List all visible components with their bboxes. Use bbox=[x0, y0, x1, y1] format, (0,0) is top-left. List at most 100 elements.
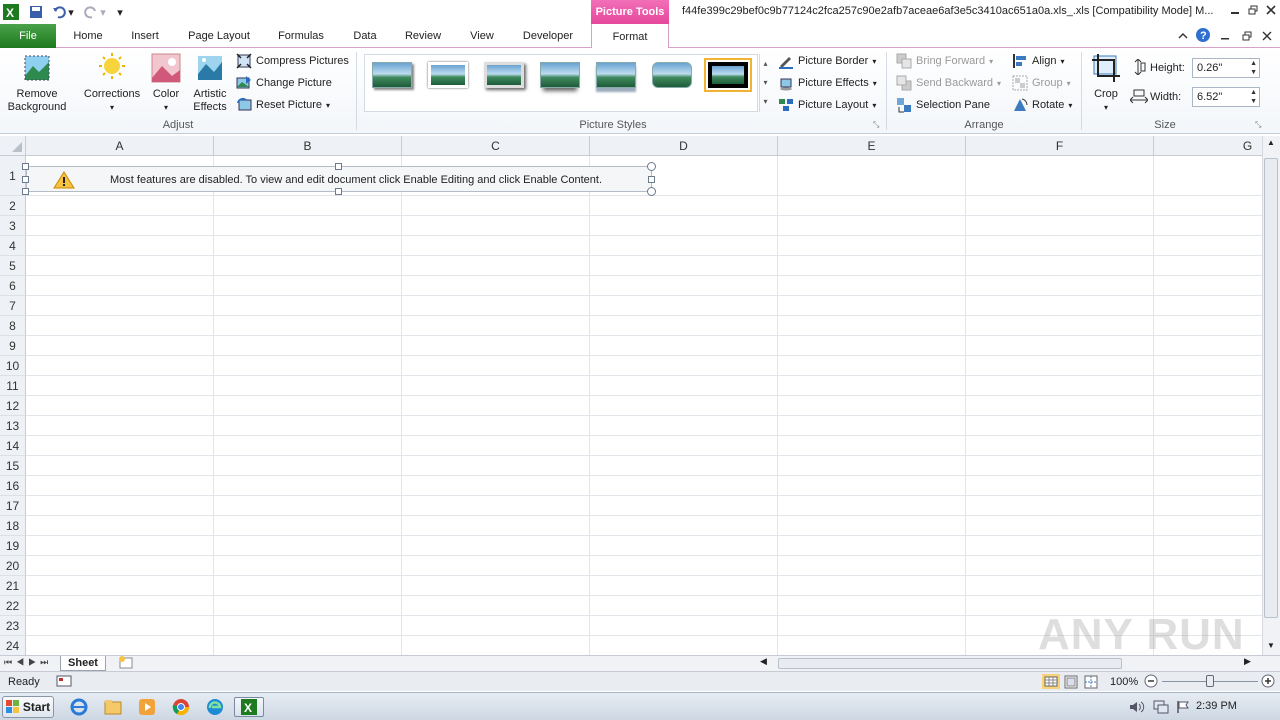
taskbar-clock[interactable]: 2:39 PM bbox=[1196, 700, 1237, 712]
minimize-ribbon-icon[interactable] bbox=[1174, 28, 1192, 44]
picture-style-3[interactable] bbox=[480, 58, 528, 92]
macro-record-icon[interactable] bbox=[56, 674, 72, 691]
action-center-flag-icon[interactable] bbox=[1172, 697, 1194, 717]
tab-page-layout[interactable]: Page Layout bbox=[180, 24, 258, 48]
change-picture-button[interactable]: Change Picture bbox=[236, 74, 332, 92]
tab-view[interactable]: View bbox=[460, 24, 504, 48]
tab-insert[interactable]: Insert bbox=[120, 24, 170, 48]
picture-style-4[interactable] bbox=[536, 58, 584, 92]
internet-explorer-icon[interactable] bbox=[68, 697, 90, 717]
gallery-more-icon[interactable]: ▾ bbox=[760, 92, 771, 111]
redo-dropdown-icon[interactable]: ▾ bbox=[98, 3, 108, 21]
tab-data[interactable]: Data bbox=[342, 24, 388, 48]
row-header-19[interactable]: 19 bbox=[0, 536, 26, 556]
size-launcher-icon[interactable]: ⤡ bbox=[1255, 120, 1261, 130]
resize-handle-right[interactable] bbox=[648, 176, 655, 183]
workbook-close-icon[interactable] bbox=[1258, 28, 1276, 44]
row-header-4[interactable]: 4 bbox=[0, 236, 26, 256]
network-icon[interactable] bbox=[1150, 697, 1172, 717]
bring-forward-button[interactable]: Bring Forward ▾ bbox=[896, 52, 993, 70]
edge-icon[interactable] bbox=[204, 697, 226, 717]
row-header-17[interactable]: 17 bbox=[0, 496, 26, 516]
scroll-left-icon[interactable]: ◀ bbox=[760, 656, 767, 667]
volume-icon[interactable] bbox=[1126, 697, 1148, 717]
zoom-in-icon[interactable] bbox=[1261, 674, 1275, 691]
column-header-a[interactable]: A bbox=[26, 136, 214, 156]
width-input[interactable]: 6.52" ▲ ▼ bbox=[1192, 87, 1260, 107]
row-header-8[interactable]: 8 bbox=[0, 316, 26, 336]
row-header-24[interactable]: 24 bbox=[0, 636, 26, 655]
row-header-22[interactable]: 22 bbox=[0, 596, 26, 616]
row-header-18[interactable]: 18 bbox=[0, 516, 26, 536]
reset-picture-button[interactable]: Reset Picture ▾ bbox=[236, 96, 330, 114]
row-header-21[interactable]: 21 bbox=[0, 576, 26, 596]
picture-effects-button[interactable]: Picture Effects ▾ bbox=[778, 74, 877, 92]
height-spinner-icon[interactable]: ▲ ▼ bbox=[1250, 59, 1257, 77]
crop-button[interactable]: Crop ▾ bbox=[1088, 52, 1124, 114]
gallery-down-icon[interactable]: ▾ bbox=[760, 73, 771, 92]
resize-handle-top-left[interactable] bbox=[22, 163, 29, 170]
workbook-minimize-icon[interactable] bbox=[1216, 28, 1234, 44]
resize-handle-top[interactable] bbox=[335, 163, 342, 170]
page-break-view-icon[interactable] bbox=[1084, 675, 1098, 692]
row-header-13[interactable]: 13 bbox=[0, 416, 26, 436]
height-input[interactable]: 0.26" ▲ ▼ bbox=[1192, 58, 1260, 78]
row-header-14[interactable]: 14 bbox=[0, 436, 26, 456]
picture-border-button[interactable]: Picture Border ▾ bbox=[778, 52, 876, 70]
scroll-right-icon[interactable]: ▶ bbox=[1244, 656, 1251, 667]
normal-view-icon[interactable] bbox=[1042, 674, 1060, 692]
scroll-down-icon[interactable]: ▼ bbox=[1267, 641, 1275, 650]
zoom-slider-thumb[interactable] bbox=[1206, 675, 1214, 687]
picture-style-5[interactable] bbox=[592, 58, 640, 92]
align-button[interactable]: Align ▾ bbox=[1012, 52, 1064, 70]
chrome-icon[interactable] bbox=[170, 697, 192, 717]
save-icon[interactable] bbox=[27, 3, 45, 21]
selection-pane-button[interactable]: Selection Pane bbox=[896, 96, 990, 114]
row-header-3[interactable]: 3 bbox=[0, 216, 26, 236]
column-header-f[interactable]: F bbox=[966, 136, 1154, 156]
minimize-icon[interactable] bbox=[1226, 2, 1244, 18]
column-header-c[interactable]: C bbox=[402, 136, 590, 156]
excel-logo-icon[interactable]: X bbox=[2, 3, 20, 21]
column-header-d[interactable]: D bbox=[590, 136, 778, 156]
column-header-b[interactable]: B bbox=[214, 136, 402, 156]
row-header-23[interactable]: 23 bbox=[0, 616, 26, 636]
row-header-6[interactable]: 6 bbox=[0, 276, 26, 296]
group-button[interactable]: Group ▾ bbox=[1012, 74, 1071, 92]
row-header-20[interactable]: 20 bbox=[0, 556, 26, 576]
worksheet-grid[interactable]: ABCDEFG 1 2 3 4 5 6 7 8 9 10 11 12 13 14 15 16 17 18 19 20 2… bbox=[0, 136, 1262, 655]
close-icon[interactable] bbox=[1262, 2, 1280, 18]
send-backward-button[interactable]: Send Backward ▾ bbox=[896, 74, 1001, 92]
color-button[interactable]: Color ▾ bbox=[146, 52, 186, 114]
tab-format[interactable]: Format bbox=[591, 24, 669, 49]
customize-qat-icon[interactable]: ▾ bbox=[114, 3, 126, 21]
sheet-nav-arrows-icon[interactable]: ⏮◀▶⏭ bbox=[4, 657, 52, 668]
corrections-button[interactable]: Corrections ▾ bbox=[80, 52, 144, 114]
resize-handle-bottom-left[interactable] bbox=[22, 188, 29, 195]
undo-dropdown-icon[interactable]: ▾ bbox=[66, 3, 76, 21]
vertical-scroll-thumb[interactable] bbox=[1264, 158, 1278, 618]
tab-developer[interactable]: Developer bbox=[514, 24, 582, 48]
workbook-restore-icon[interactable] bbox=[1238, 28, 1256, 44]
resize-handle-top-right[interactable] bbox=[647, 162, 656, 171]
resize-handle-left[interactable] bbox=[22, 176, 29, 183]
picture-style-1[interactable] bbox=[368, 58, 416, 92]
start-button[interactable]: Start bbox=[2, 696, 54, 718]
zoom-level[interactable]: 100% bbox=[1110, 676, 1138, 688]
tab-formulas[interactable]: Formulas bbox=[270, 24, 332, 48]
excel-taskbar-icon[interactable]: X bbox=[234, 697, 264, 717]
page-layout-view-icon[interactable] bbox=[1064, 675, 1078, 692]
rotate-button[interactable]: Rotate ▾ bbox=[1012, 96, 1072, 114]
gallery-scroll[interactable]: ▴ ▾ ▾ bbox=[759, 54, 771, 112]
picture-style-2[interactable] bbox=[424, 58, 472, 92]
picture-style-6[interactable] bbox=[648, 58, 696, 92]
column-header-e[interactable]: E bbox=[778, 136, 966, 156]
row-header-5[interactable]: 5 bbox=[0, 256, 26, 276]
select-all-corner[interactable] bbox=[0, 136, 26, 156]
sheet-tab-sheet[interactable]: Sheet bbox=[60, 656, 106, 671]
row-header-9[interactable]: 9 bbox=[0, 336, 26, 356]
help-icon[interactable]: ? bbox=[1194, 27, 1212, 43]
restore-icon[interactable] bbox=[1244, 2, 1262, 18]
tab-review[interactable]: Review bbox=[398, 24, 448, 48]
picture-style-7-selected[interactable] bbox=[704, 58, 752, 92]
